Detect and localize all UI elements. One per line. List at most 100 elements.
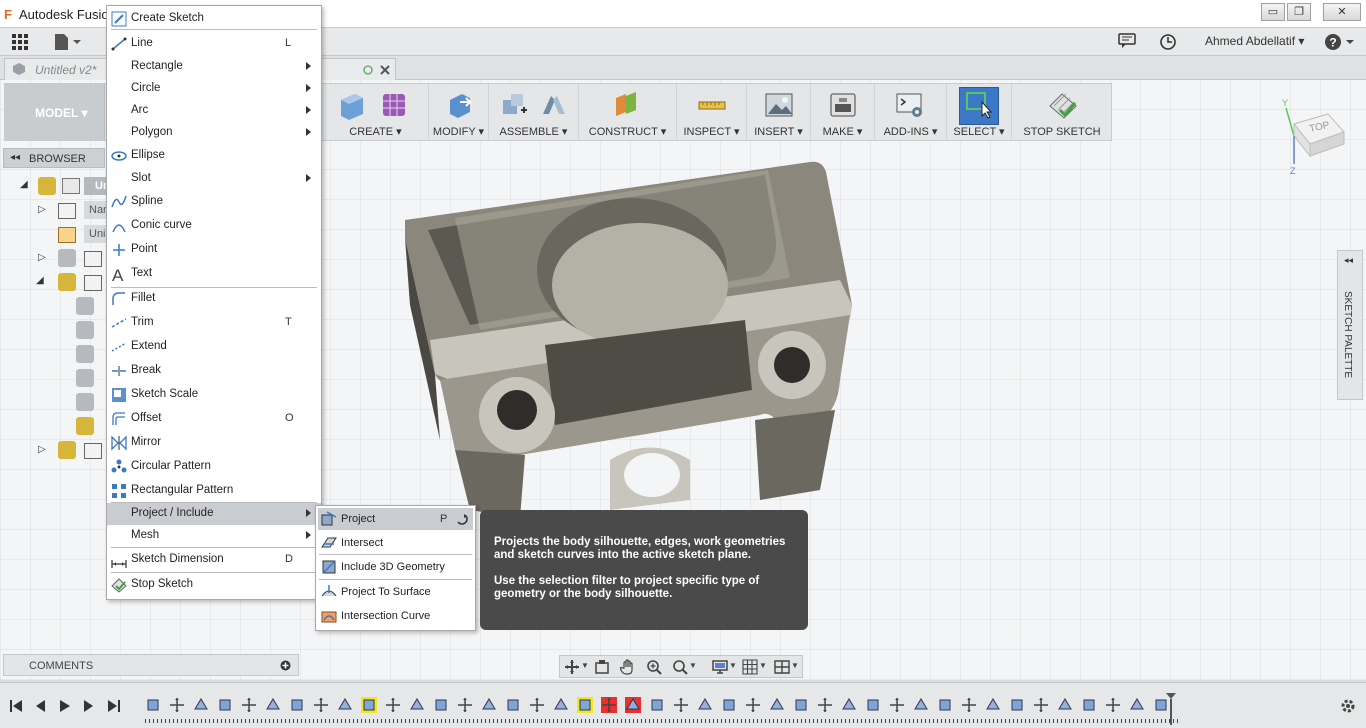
- menu-item-ellipse[interactable]: Ellipse: [107, 145, 321, 167]
- create-group[interactable]: CREATE ▾: [323, 84, 429, 141]
- grid-dropdown-icon[interactable]: ▼: [759, 661, 767, 670]
- menu-item-slot[interactable]: Slot: [107, 168, 321, 190]
- submenu-item-intersect[interactable]: Intersect: [318, 532, 473, 554]
- minimize-button[interactable]: ▭: [1261, 3, 1285, 21]
- visibility-bulb-icon[interactable]: [76, 369, 94, 387]
- visibility-bulb-icon[interactable]: [76, 393, 94, 411]
- stop-sketch-button[interactable]: STOP SKETCH: [1012, 84, 1112, 141]
- menu-item-project-include[interactable]: Project / Include: [107, 503, 321, 525]
- file-menu-icon[interactable]: [54, 33, 82, 51]
- construct-group[interactable]: CONSTRUCT ▾: [579, 84, 677, 141]
- timeline-feature-icon[interactable]: [601, 697, 617, 713]
- expand-arrow-icon[interactable]: ◢: [36, 275, 44, 286]
- timeline-feature-icon[interactable]: [193, 697, 209, 713]
- go-to-start-icon[interactable]: [9, 699, 23, 713]
- assemble-group[interactable]: ASSEMBLE ▾: [489, 84, 579, 141]
- timeline-feature-icon[interactable]: [241, 697, 257, 713]
- user-account-menu[interactable]: Ahmed Abdellatif ▾: [1205, 34, 1304, 48]
- submenu-item-intersection-curve[interactable]: Intersection Curve: [318, 605, 473, 627]
- timeline-feature-icon[interactable]: [769, 697, 785, 713]
- menu-item-mesh[interactable]: Mesh: [107, 525, 321, 547]
- menu-item-mirror[interactable]: Mirror: [107, 432, 321, 454]
- menu-item-line[interactable]: Line L: [107, 33, 321, 55]
- menu-item-stop-sketch[interactable]: Stop Sketch: [107, 574, 321, 596]
- menu-item-polygon[interactable]: Polygon: [107, 122, 321, 144]
- inspect-group[interactable]: INSPECT ▾: [677, 84, 747, 141]
- zoom-icon[interactable]: [646, 659, 662, 675]
- timeline-feature-icon[interactable]: [817, 697, 833, 713]
- add-comment-icon[interactable]: [280, 660, 291, 671]
- expand-arrow-icon[interactable]: ▷: [38, 444, 46, 455]
- timeline-feature-icon[interactable]: [745, 697, 761, 713]
- help-icon[interactable]: ?: [1324, 32, 1354, 52]
- visibility-bulb-icon[interactable]: [76, 345, 94, 363]
- menu-item-point[interactable]: Point: [107, 239, 321, 261]
- visibility-bulb-icon[interactable]: [58, 273, 76, 291]
- visibility-bulb-icon[interactable]: [76, 417, 94, 435]
- menu-item-offset[interactable]: Offset O: [107, 408, 321, 430]
- notifications-icon[interactable]: [1118, 33, 1136, 49]
- tree-row-units[interactable]: Uni: [84, 225, 106, 243]
- viewcube[interactable]: Y TOP Z X: [1280, 96, 1350, 176]
- timeline-feature-icon[interactable]: [145, 697, 161, 713]
- menu-item-rectangle[interactable]: Rectangle: [107, 56, 321, 78]
- display-settings-icon[interactable]: [712, 659, 728, 675]
- menu-item-trim[interactable]: Trim T: [107, 312, 321, 334]
- timeline-feature-icon[interactable]: [841, 697, 857, 713]
- menu-item-arc[interactable]: Arc: [107, 100, 321, 122]
- timeline-feature-icon[interactable]: [985, 697, 1001, 713]
- visibility-bulb-icon[interactable]: [38, 177, 56, 195]
- timeline-feature-icon[interactable]: [433, 697, 449, 713]
- close-window-button[interactable]: ✕: [1323, 3, 1361, 21]
- timeline-feature-icon[interactable]: [697, 697, 713, 713]
- timeline-marker[interactable]: [1166, 693, 1176, 725]
- pan-hand-icon[interactable]: [620, 659, 636, 675]
- timeline-feature-icon[interactable]: [529, 697, 545, 713]
- timeline-feature-icon[interactable]: [673, 697, 689, 713]
- orbit-icon[interactable]: [564, 659, 580, 675]
- timeline-settings-gear-icon[interactable]: [1339, 697, 1357, 715]
- expand-arrow-icon[interactable]: ▷: [38, 252, 46, 263]
- grid-settings-icon[interactable]: [742, 659, 758, 675]
- menu-item-sketch-dimension[interactable]: Sketch Dimension D: [107, 549, 321, 571]
- visibility-bulb-icon[interactable]: [58, 441, 76, 459]
- timeline-feature-icon[interactable]: [553, 697, 569, 713]
- timeline-feature-icon[interactable]: [649, 697, 665, 713]
- visibility-bulb-icon[interactable]: [76, 321, 94, 339]
- modify-group[interactable]: MODIFY ▾: [429, 84, 489, 141]
- submenu-item-project-to-surface[interactable]: Project To Surface: [318, 581, 473, 603]
- timeline-feature-icon[interactable]: [913, 697, 929, 713]
- timeline-feature-icon[interactable]: [1057, 697, 1073, 713]
- zoom-window-icon[interactable]: [672, 659, 688, 675]
- insert-group[interactable]: INSERT ▾: [747, 84, 811, 141]
- select-group[interactable]: SELECT ▾: [947, 84, 1012, 141]
- expand-arrow-icon[interactable]: ◢: [20, 179, 28, 190]
- timeline-feature-icon[interactable]: [289, 697, 305, 713]
- viewports-dropdown-icon[interactable]: ▼: [791, 661, 799, 670]
- menu-item-extend[interactable]: Extend: [107, 336, 321, 358]
- timeline-feature-icon[interactable]: [889, 697, 905, 713]
- go-to-end-icon[interactable]: [107, 699, 121, 713]
- timeline-feature-icon[interactable]: [865, 697, 881, 713]
- menu-item-fillet[interactable]: Fillet: [107, 288, 321, 310]
- timeline-feature-icon[interactable]: [385, 697, 401, 713]
- sketch-palette-tab[interactable]: ◂◂ SKETCH PALETTE: [1337, 250, 1363, 400]
- visibility-bulb-icon[interactable]: [58, 249, 76, 267]
- timeline-feature-icon[interactable]: [1033, 697, 1049, 713]
- menu-item-sketch-scale[interactable]: Sketch Scale: [107, 384, 321, 406]
- add-ins-group[interactable]: ADD-INS ▾: [875, 84, 947, 141]
- timeline-feature-icon[interactable]: [961, 697, 977, 713]
- workspace-switcher-button[interactable]: MODEL ▾: [5, 84, 105, 141]
- menu-item-rectangular-pattern[interactable]: Rectangular Pattern: [107, 480, 321, 502]
- timeline-feature-icon[interactable]: [1105, 697, 1121, 713]
- maximize-button[interactable]: ❐: [1287, 3, 1311, 21]
- history-clock-icon[interactable]: [1159, 33, 1177, 51]
- timeline-feature-icon[interactable]: [937, 697, 953, 713]
- make-group[interactable]: MAKE ▾: [811, 84, 875, 141]
- comments-panel[interactable]: COMMENTS: [3, 654, 299, 676]
- timeline-feature-icon[interactable]: [793, 697, 809, 713]
- play-icon[interactable]: [58, 699, 72, 713]
- expand-palette-icon[interactable]: ◂◂: [1344, 255, 1353, 266]
- timeline-track[interactable]: [145, 719, 1180, 723]
- timeline-feature-icon[interactable]: [409, 697, 425, 713]
